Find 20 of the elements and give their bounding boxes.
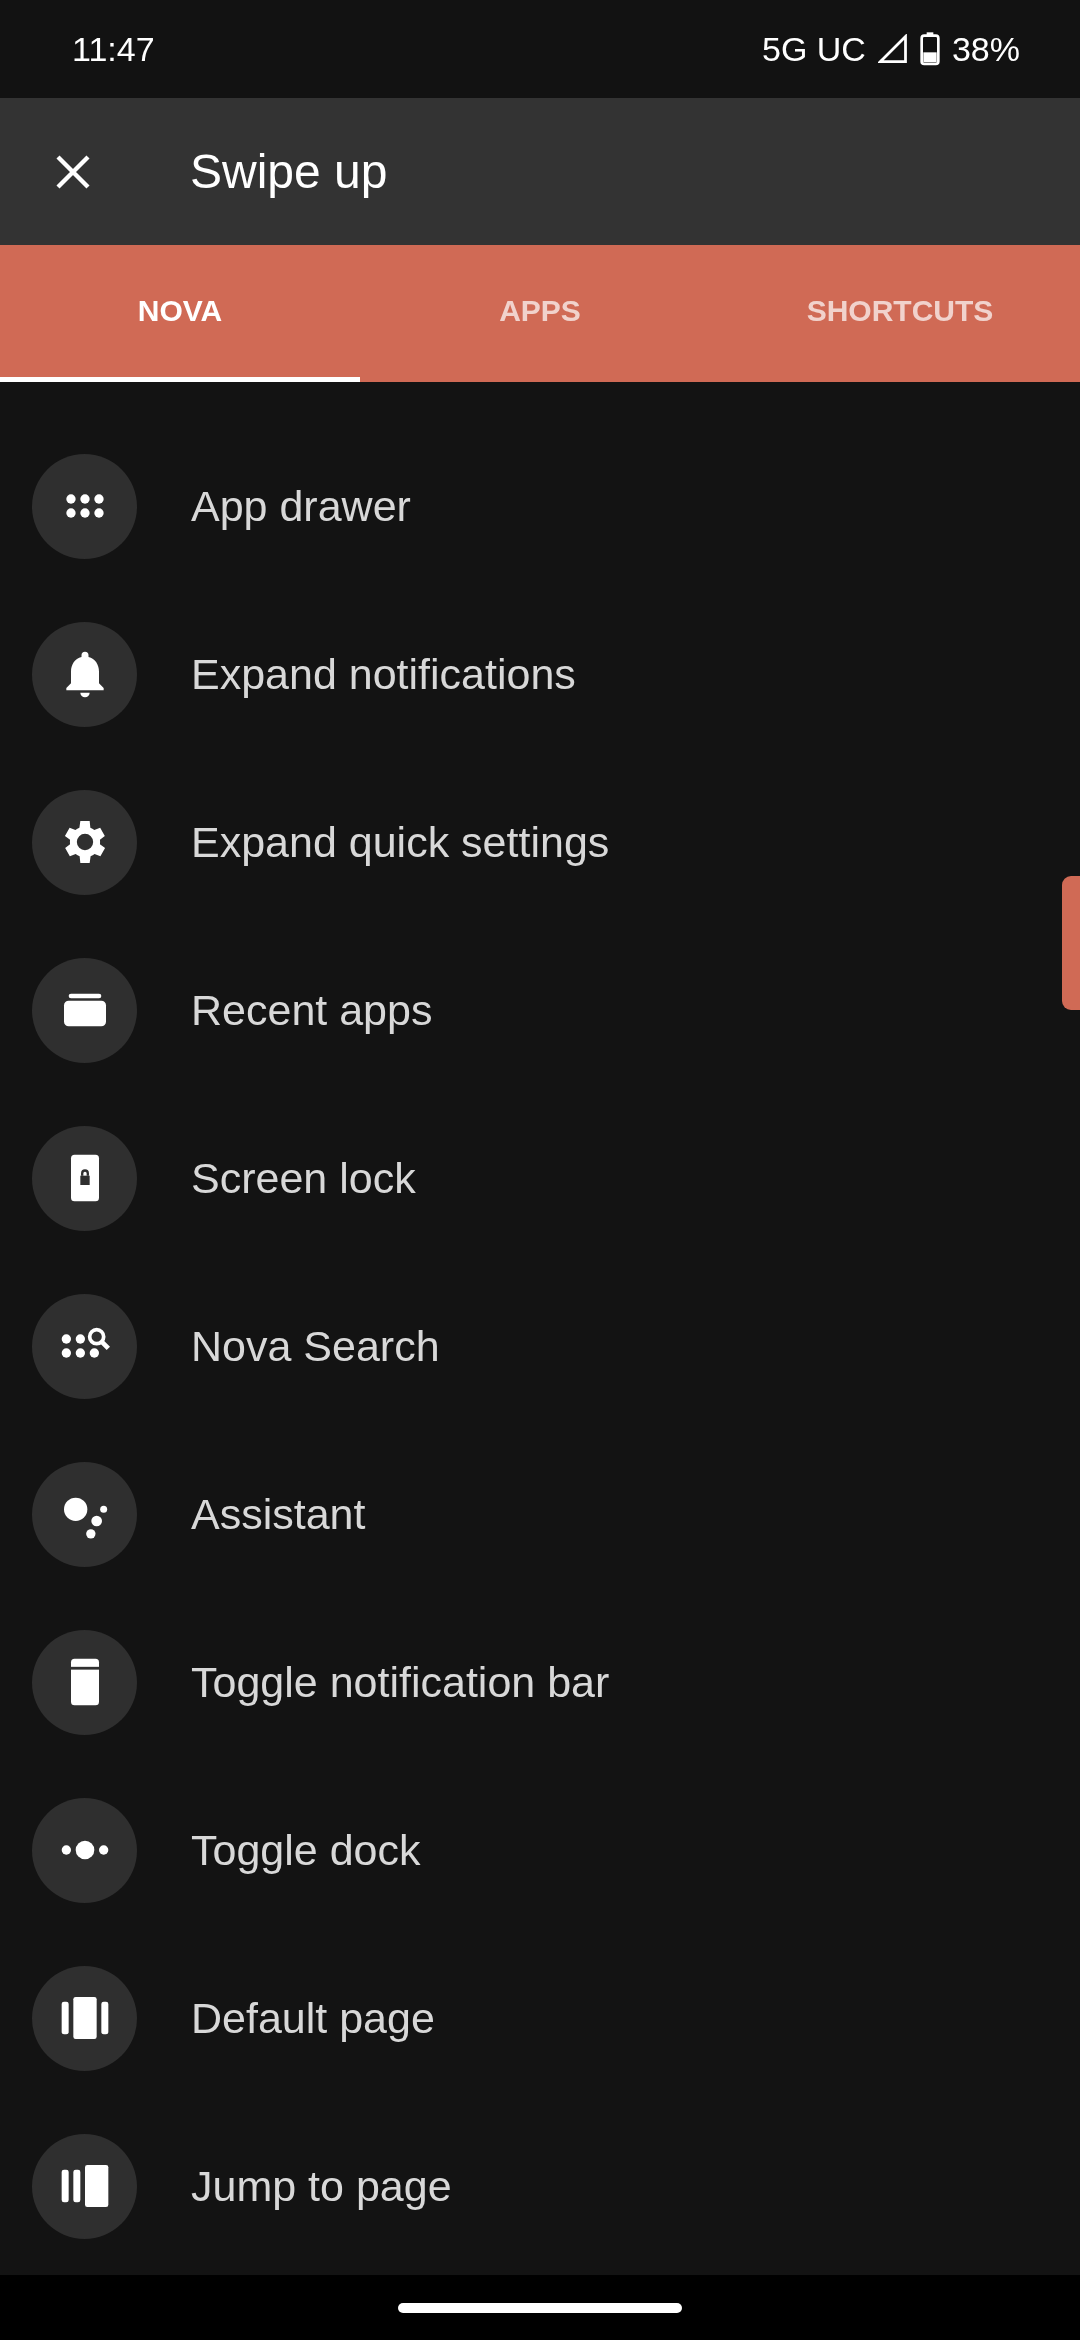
action-item[interactable]: Expand notifications [191, 649, 576, 699]
scrollbar-thumb[interactable] [1062, 876, 1080, 1010]
action-item[interactable]: Default page [191, 1993, 435, 2043]
network-label: 5G UC [762, 29, 866, 69]
action-item[interactable]: App drawer [191, 481, 411, 531]
action-item[interactable]: Toggle notification bar [191, 1657, 610, 1707]
action-item[interactable]: Nova Search [191, 1321, 440, 1371]
action-item[interactable]: Recent apps [191, 985, 433, 1035]
battery-icon [919, 32, 940, 66]
action-item[interactable]: Toggle dock [191, 1825, 421, 1875]
tab[interactable]: NOVA [0, 245, 360, 382]
home-handle[interactable] [398, 2302, 682, 2313]
action-item[interactable]: Screen lock [191, 1153, 416, 1203]
clock: 11:47 [72, 29, 155, 69]
screen-title: Swipe up [190, 144, 388, 199]
action-item[interactable]: Jump to page [191, 2161, 452, 2211]
action-item[interactable]: Expand quick settings [191, 817, 610, 867]
action-item[interactable]: Assistant [191, 1489, 366, 1539]
battery-percent: 38% [951, 29, 1020, 69]
signal-icon [877, 34, 908, 64]
